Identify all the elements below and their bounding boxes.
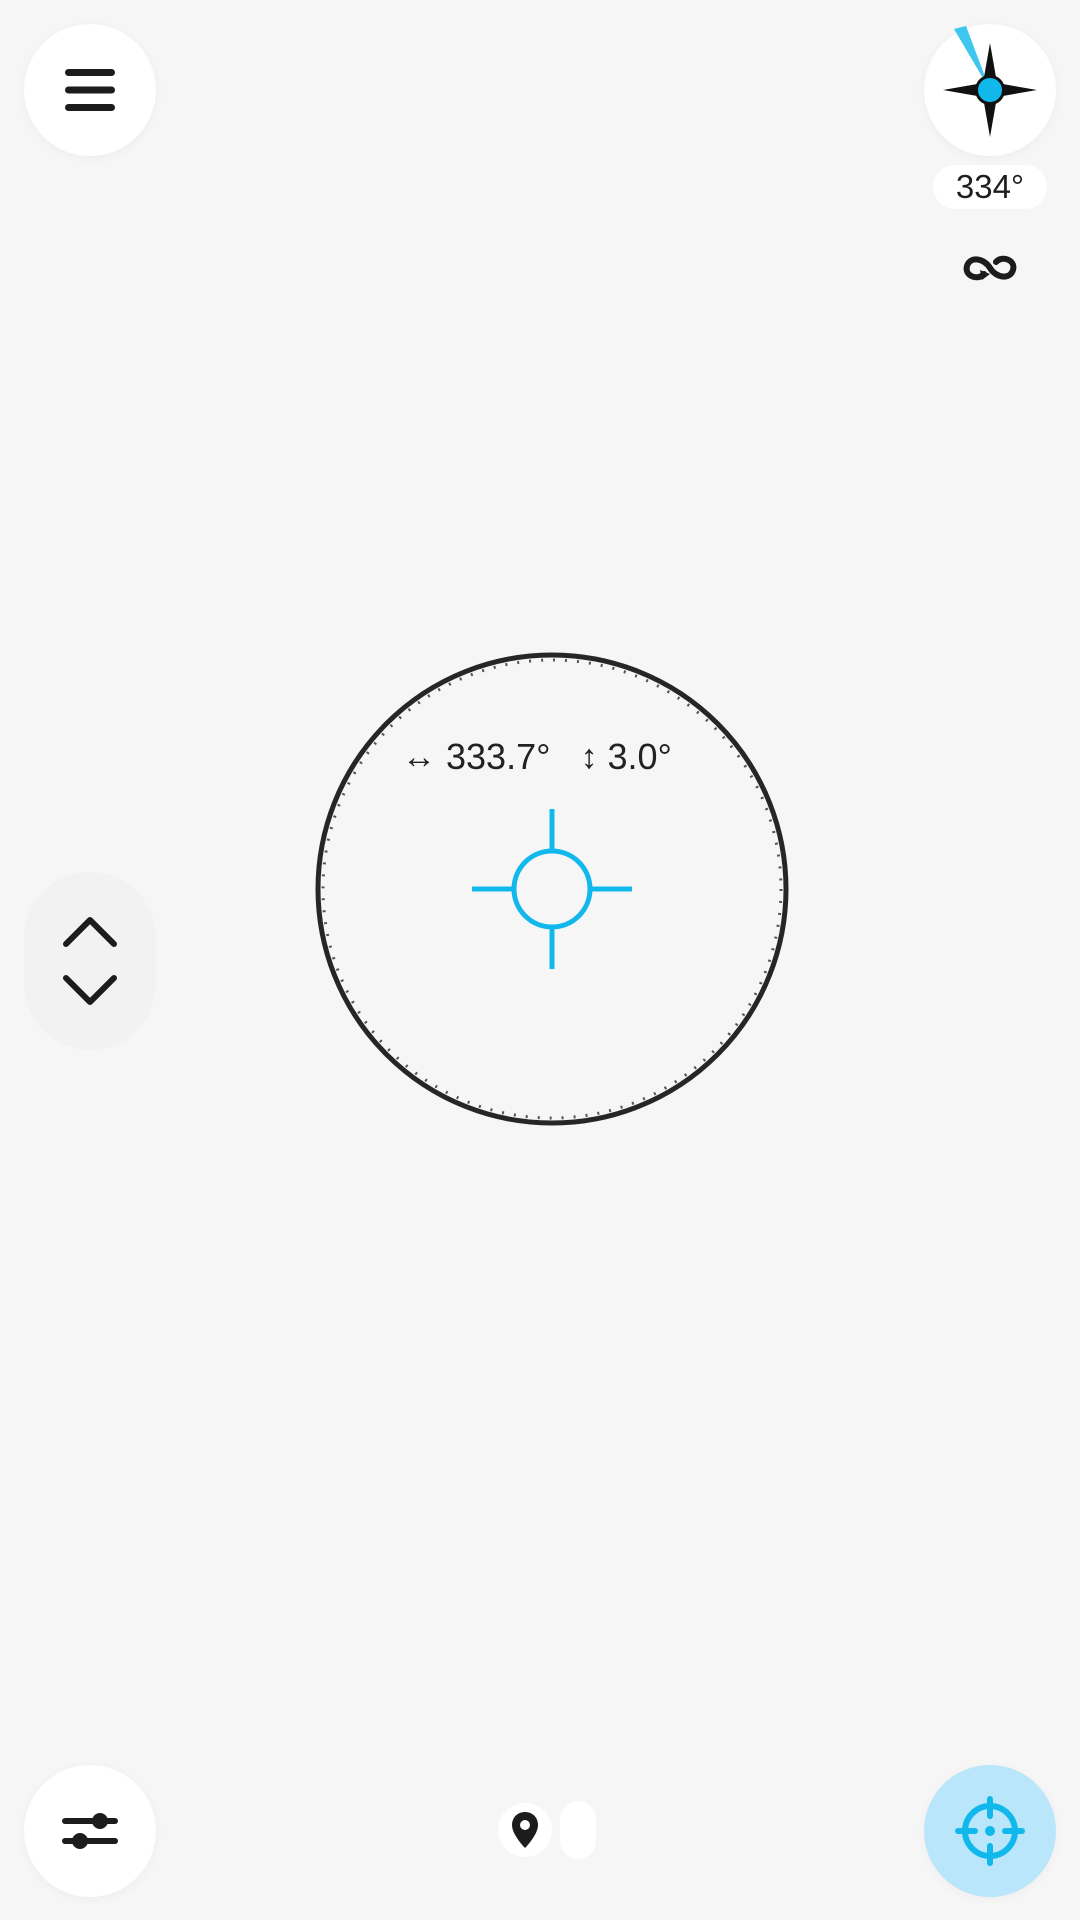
chevron-down-icon	[63, 975, 117, 1005]
location-chips	[498, 1801, 598, 1859]
link-toggle-button[interactable]	[960, 248, 1020, 288]
compass-rose-icon	[943, 26, 1037, 137]
horizontal-angle: 333.7°	[446, 736, 551, 777]
elevation-control	[24, 872, 156, 1050]
heading-value: 334°	[955, 168, 1025, 205]
heading-readout: 334°	[933, 165, 1047, 209]
chevron-up-icon	[63, 917, 117, 947]
hamburger-menu-icon	[65, 69, 115, 111]
locate-button[interactable]	[924, 1765, 1056, 1897]
sliders-icon	[62, 1813, 118, 1849]
vertical-angle: 3.0°	[607, 736, 672, 777]
compass-button[interactable]	[924, 24, 1056, 156]
crosshair-icon	[472, 809, 632, 969]
horizontal-arrow-icon: ↔	[402, 737, 436, 776]
location-pin-button[interactable]	[498, 1803, 552, 1857]
empty-chip[interactable]	[560, 1801, 596, 1859]
settings-button[interactable]	[24, 1765, 156, 1897]
map-pin-icon	[512, 1812, 538, 1848]
infinity-link-icon	[963, 255, 1017, 281]
elevation-up-button[interactable]	[60, 910, 120, 950]
scope-circle	[315, 652, 789, 1126]
target-locate-icon	[955, 1796, 1025, 1866]
vertical-arrow-icon: ↕	[580, 737, 598, 776]
elevation-down-button[interactable]	[60, 972, 120, 1012]
angle-readout: ↔ 333.7° ↕ 3.0°	[402, 732, 702, 782]
menu-button[interactable]	[24, 24, 156, 156]
